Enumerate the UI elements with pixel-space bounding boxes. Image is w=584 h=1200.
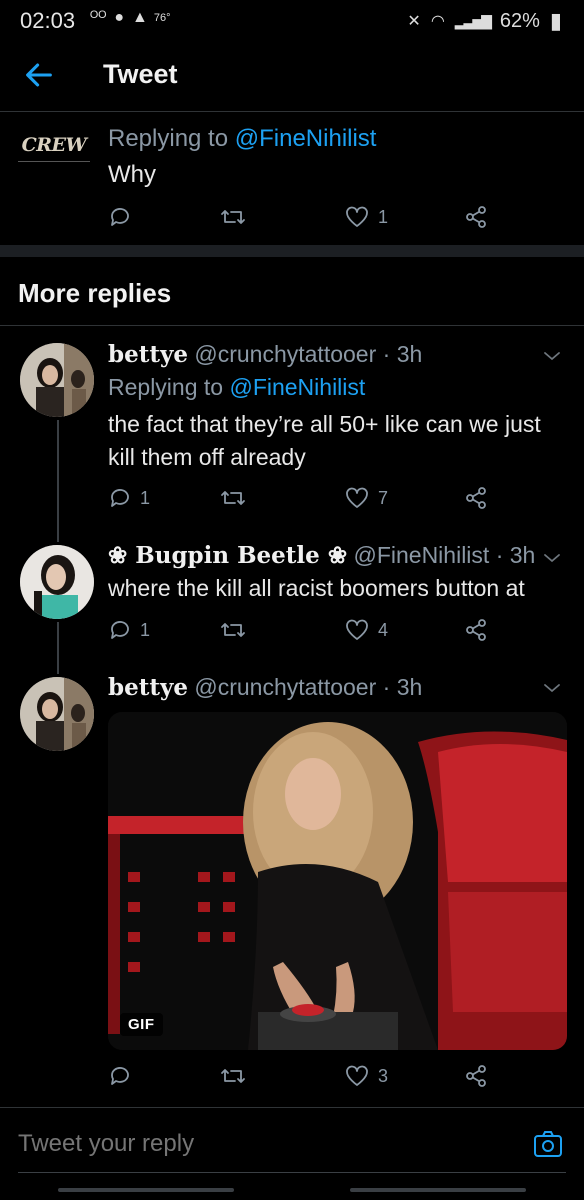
heart-icon	[346, 487, 368, 508]
section-title: More replies	[18, 278, 172, 308]
retweet-icon	[221, 491, 245, 505]
status-bar: 02:03 ᴼᴼ ● ▲ 76° ✕ ◠ ▂▃▅▇ 62% ▮	[0, 0, 584, 40]
retweet-icon	[221, 623, 245, 637]
like-button[interactable]: 1	[344, 205, 388, 229]
flower-icon: ❀	[327, 542, 348, 569]
flower-icon: ❀	[108, 542, 128, 569]
display-name[interactable]: bettye	[108, 341, 188, 368]
gif-media[interactable]: GIF	[108, 712, 567, 1050]
like-button[interactable]: 7	[344, 486, 388, 510]
chevron-down-icon[interactable]	[540, 344, 564, 368]
tweet-actions: 3	[108, 1064, 568, 1094]
user-handle[interactable]: @crunchytattooer	[194, 674, 376, 700]
tweet-text: Why	[108, 161, 156, 188]
voicemail-icon: ᴼᴼ	[90, 9, 107, 26]
tweet-actions: 1	[108, 205, 568, 235]
avatar[interactable]	[20, 343, 94, 417]
more-replies-header: More replies	[0, 258, 584, 326]
top-app-bar: Tweet	[0, 40, 584, 112]
reply-count: 1	[140, 487, 151, 508]
timestamp: · 3h	[382, 341, 423, 367]
retweet-button[interactable]	[220, 618, 246, 642]
back-arrow-icon[interactable]	[22, 58, 56, 92]
replying-to: Replying to @FineNihilist	[108, 125, 377, 152]
timestamp: · 3h	[495, 542, 536, 568]
thread-connector	[57, 622, 59, 674]
heart-icon	[346, 1065, 368, 1086]
nav-handle	[350, 1188, 526, 1192]
tweet-actions: 1 4	[108, 618, 568, 648]
avatar-photo	[20, 545, 94, 619]
chevron-down-icon[interactable]	[540, 676, 564, 700]
reply-button[interactable]	[108, 205, 132, 229]
reply-icon	[111, 489, 129, 507]
camera-icon[interactable]	[532, 1128, 564, 1160]
temperature: 76°	[153, 12, 171, 24]
share-icon	[466, 206, 486, 228]
display-name[interactable]: bettye	[108, 674, 188, 701]
tweet-actions: 1 7	[108, 486, 568, 516]
signal-icon: ▂▃▅▇	[454, 12, 492, 29]
display-name[interactable]: ❀ Bugpin Beetle ❀	[108, 542, 347, 569]
avatar[interactable]	[20, 677, 94, 751]
heart-icon	[346, 619, 368, 640]
gif-frame	[108, 712, 567, 1050]
replying-to-handle[interactable]: @FineNihilist	[235, 125, 377, 152]
replying-to-handle[interactable]: @FineNihilist	[229, 374, 365, 400]
like-button[interactable]: 4	[344, 618, 388, 642]
like-button[interactable]: 3	[344, 1064, 388, 1088]
timestamp: · 3h	[382, 674, 423, 700]
reply-button[interactable]	[108, 1064, 132, 1088]
retweet-button[interactable]	[220, 205, 246, 229]
avatar-photo	[20, 343, 94, 417]
like-count: 3	[378, 1065, 389, 1086]
battery-icon: ▮	[549, 8, 562, 33]
thread-connector	[57, 420, 59, 542]
retweet-icon	[221, 210, 245, 224]
like-count: 1	[378, 206, 389, 227]
avatar-photo	[20, 677, 94, 751]
mute-icon: ✕	[407, 13, 421, 30]
like-count: 4	[378, 619, 389, 640]
focused-tweet[interactable]: CREW Replying to @FineNihilist Why 1	[0, 113, 584, 245]
page-title: Tweet	[103, 59, 178, 89]
avatar[interactable]: CREW	[18, 128, 90, 162]
reply-icon	[111, 621, 129, 639]
tweet-text: the fact that they’re all 50+ like can w…	[108, 411, 541, 470]
nav-handle	[58, 1188, 234, 1192]
reply-input[interactable]	[18, 1130, 518, 1158]
avatar[interactable]	[20, 545, 94, 619]
reply-icon	[111, 1067, 129, 1085]
user-handle[interactable]: @FineNihilist	[353, 542, 489, 568]
warning-icon: ▲	[132, 9, 148, 26]
share-icon	[466, 1065, 486, 1087]
share-button[interactable]	[464, 486, 488, 510]
input-underline	[18, 1172, 566, 1173]
share-icon	[466, 487, 486, 509]
section-divider	[0, 245, 584, 257]
share-button[interactable]	[464, 618, 488, 642]
retweet-button[interactable]	[220, 1064, 246, 1088]
replying-to: Replying to @FineNihilist	[108, 374, 366, 400]
retweet-button[interactable]	[220, 486, 246, 510]
share-icon	[466, 619, 486, 641]
account-icon: ●	[114, 9, 125, 26]
reply-icon	[111, 208, 129, 226]
chevron-down-icon[interactable]	[540, 546, 564, 570]
tweet-text: where the kill all racist boomers button…	[108, 575, 525, 601]
reply-button[interactable]: 1	[108, 486, 150, 510]
reply-button[interactable]: 1	[108, 618, 150, 642]
retweet-icon	[221, 1069, 245, 1083]
battery-level: 62%	[499, 9, 540, 32]
reply-compose-bar	[0, 1107, 584, 1200]
wifi-icon: ◠	[430, 13, 445, 30]
share-button[interactable]	[464, 1064, 488, 1088]
share-button[interactable]	[464, 205, 488, 229]
like-count: 7	[378, 487, 389, 508]
heart-icon	[346, 206, 368, 227]
clock: 02:03	[20, 8, 76, 33]
gif-badge: GIF	[120, 1013, 163, 1036]
user-handle[interactable]: @crunchytattooer	[194, 341, 376, 367]
reply-count: 1	[140, 619, 151, 640]
